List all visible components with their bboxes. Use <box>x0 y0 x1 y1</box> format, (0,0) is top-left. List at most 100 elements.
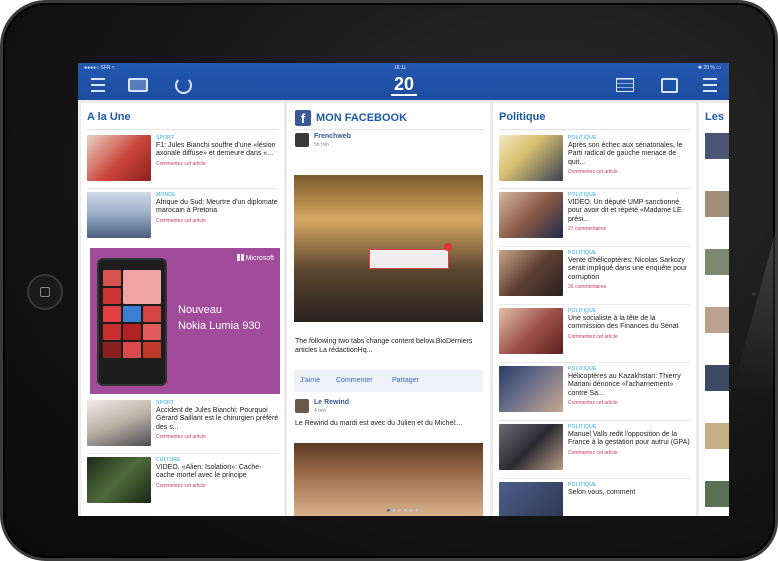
article-category: POLITIQUE <box>568 424 597 430</box>
advertisement-banner[interactable]: Microsoft Nouveau Nokia Lumia 930 <box>90 248 280 394</box>
column-title[interactable]: MON FACEBOOK <box>316 112 407 124</box>
list-item[interactable]: SPORT Accident de Jules Bianchi: Pourquo… <box>87 400 280 454</box>
list-item[interactable]: POLITIQUE Manuel Valls redit l'oppositio… <box>499 424 692 478</box>
article-title: Manuel Valls redit l'opposition de la Fr… <box>568 431 690 447</box>
column-title[interactable]: A la Une <box>87 111 131 123</box>
tablet-frame: ●●●●○ SFR ≈ 16:11 ✱ 29 % ▭ 20 A la Une S… <box>0 0 778 561</box>
phone-image <box>97 258 167 386</box>
hamburger-menu-icon[interactable] <box>86 75 110 95</box>
article-category: POLITIQUE <box>568 135 597 141</box>
fb-time: 5h min <box>314 142 330 148</box>
article-category: CULTURE <box>156 457 181 463</box>
article-comment-link[interactable]: 27 commentaires <box>568 226 692 232</box>
article-title: Selon vous, comment <box>568 489 636 496</box>
list-item[interactable]: CULTURE VIDEO. «Alien: Isolation»: Cache… <box>87 457 280 511</box>
article-thumbnail <box>499 366 563 412</box>
microsoft-logo-icon <box>236 254 244 261</box>
list-item[interactable]: POLITIQUE Hélicoptères au Kazakhstan: Th… <box>499 366 692 420</box>
article-thumbnail <box>499 192 563 238</box>
right-menu-icon[interactable] <box>698 75 722 95</box>
article-thumbnail <box>87 192 151 238</box>
ad-headline: Nouveau <box>178 304 223 316</box>
column-a-la-une: A la Une SPORT F1: Jules Bianchi souffre… <box>81 103 284 516</box>
article-comment-link[interactable]: Commentez cet article <box>156 483 280 489</box>
list-item[interactable]: SPORT F1: Jules Bianchi souffre d'une «l… <box>87 135 280 189</box>
article-title: Hélicoptères au Kazakhstan: Thierry Mari… <box>568 373 681 397</box>
column-partial: Les <box>699 103 729 516</box>
camera <box>752 292 756 296</box>
article-thumbnail[interactable] <box>705 133 729 159</box>
article-thumbnail[interactable] <box>705 365 729 391</box>
article-thumbnail[interactable] <box>705 249 729 275</box>
article-category: POLITIQUE <box>568 250 597 256</box>
fb-post-photo[interactable] <box>294 175 483 322</box>
article-thumbnail[interactable] <box>705 481 729 507</box>
column-politique: Politique POLITIQUE Après son échec aux … <box>493 103 696 516</box>
home-button[interactable] <box>27 274 63 310</box>
article-category: SPORT <box>156 135 175 141</box>
app-screen: ●●●●○ SFR ≈ 16:11 ✱ 29 % ▭ 20 A la Une S… <box>78 63 729 516</box>
article-thumbnail[interactable] <box>705 307 729 333</box>
article-category: POLITIQUE <box>568 482 597 488</box>
refresh-icon[interactable] <box>171 75 195 95</box>
fb-post-text: Le Rewind du mardi est avec du Julien et… <box>295 420 463 427</box>
article-comment-link[interactable]: Commentez cet article <box>568 169 692 175</box>
status-time: 16:11 <box>394 65 407 71</box>
fb-post-photo[interactable] <box>294 443 483 516</box>
article-thumbnail <box>499 135 563 181</box>
fb-author[interactable]: Frenchweb <box>314 133 351 140</box>
list-item[interactable]: POLITIQUE Vente d'hélicoptères: Nicolas … <box>499 250 692 304</box>
article-title: Accident de Jules Bianchi: Pourquoi Géra… <box>156 407 279 431</box>
list-item[interactable]: POLITIQUE VIDEO. Un député UMP sanctionn… <box>499 192 692 246</box>
status-battery: ✱ 29 % ▭ <box>697 65 721 71</box>
column-title[interactable]: Les <box>705 111 724 123</box>
article-thumbnail <box>499 308 563 354</box>
article-comment-link[interactable]: Commentez cet article <box>568 400 692 406</box>
grid-icon[interactable] <box>613 75 637 95</box>
list-item[interactable]: MONDE Afrique du Sud: Meurtre d'un diplo… <box>87 192 280 246</box>
article-title: Afrique du Sud: Meurtre d'un diplomate m… <box>156 199 278 215</box>
article-category: POLITIQUE <box>568 192 597 198</box>
avatar <box>295 399 309 413</box>
article-title: VIDEO. «Alien: Isolation»: Cache-cache m… <box>156 464 262 480</box>
tile-view-icon[interactable] <box>126 75 150 95</box>
article-thumbnail[interactable] <box>705 423 729 449</box>
fb-post-text: The following two tabs change content be… <box>295 338 473 354</box>
avatar <box>295 133 309 147</box>
article-comment-link[interactable]: Commentez cet article <box>568 450 692 456</box>
status-bar: ●●●●○ SFR ≈ 16:11 ✱ 29 % ▭ <box>78 63 729 73</box>
article-category: SPORT <box>156 400 175 406</box>
article-thumbnail <box>499 250 563 296</box>
article-thumbnail[interactable] <box>705 191 729 217</box>
article-comment-link[interactable]: Commentez cet article <box>156 434 280 440</box>
list-item[interactable]: POLITIQUE Une socialiste à la tête de la… <box>499 308 692 362</box>
fb-share-button[interactable]: Partager <box>392 377 419 384</box>
article-comment-link[interactable]: Commentez cet article <box>156 218 280 224</box>
article-title: Vente d'hélicoptères: Nicolas Sarkozy se… <box>568 257 688 281</box>
article-thumbnail <box>499 424 563 470</box>
article-comment-link[interactable]: Commentez cet article <box>156 161 280 167</box>
column-title[interactable]: Politique <box>499 111 545 123</box>
fb-author[interactable]: Le Rewind <box>314 399 349 406</box>
column-facebook: f MON FACEBOOK Frenchweb 5h min The foll… <box>287 103 490 516</box>
page-indicator[interactable]: ●●●●●● <box>78 508 729 514</box>
list-item[interactable]: POLITIQUE Après son échec aux sénatorial… <box>499 135 692 189</box>
article-category: MONDE <box>156 192 176 198</box>
article-category: POLITIQUE <box>568 366 597 372</box>
article-title: F1: Jules Bianchi souffre d'une «lésion … <box>156 142 276 158</box>
article-title: Une socialiste à la tête de la commissio… <box>568 315 679 331</box>
article-comment-link[interactable]: Commentez cet article <box>568 334 692 340</box>
article-title: VIDEO. Un député UMP sanctionné pour avo… <box>568 199 682 223</box>
fb-like-button[interactable]: J'aime <box>300 377 320 384</box>
article-thumbnail <box>87 400 151 446</box>
fb-comment-button[interactable]: Commenter <box>336 377 373 384</box>
status-carrier: ●●●●○ SFR ≈ <box>84 65 115 71</box>
ad-product: Nokia Lumia 930 <box>178 320 261 332</box>
article-thumbnail <box>87 457 151 503</box>
app-toolbar: ●●●●○ SFR ≈ 16:11 ✱ 29 % ▭ 20 <box>78 63 729 100</box>
fb-post-header[interactable]: Frenchweb 5h min <box>295 133 475 153</box>
fb-post-header[interactable]: Le Rewind 4 min <box>295 399 475 419</box>
article-comment-link[interactable]: 26 commentaires <box>568 284 692 290</box>
app-logo[interactable]: 20 <box>391 74 417 96</box>
share-icon[interactable] <box>657 75 681 95</box>
